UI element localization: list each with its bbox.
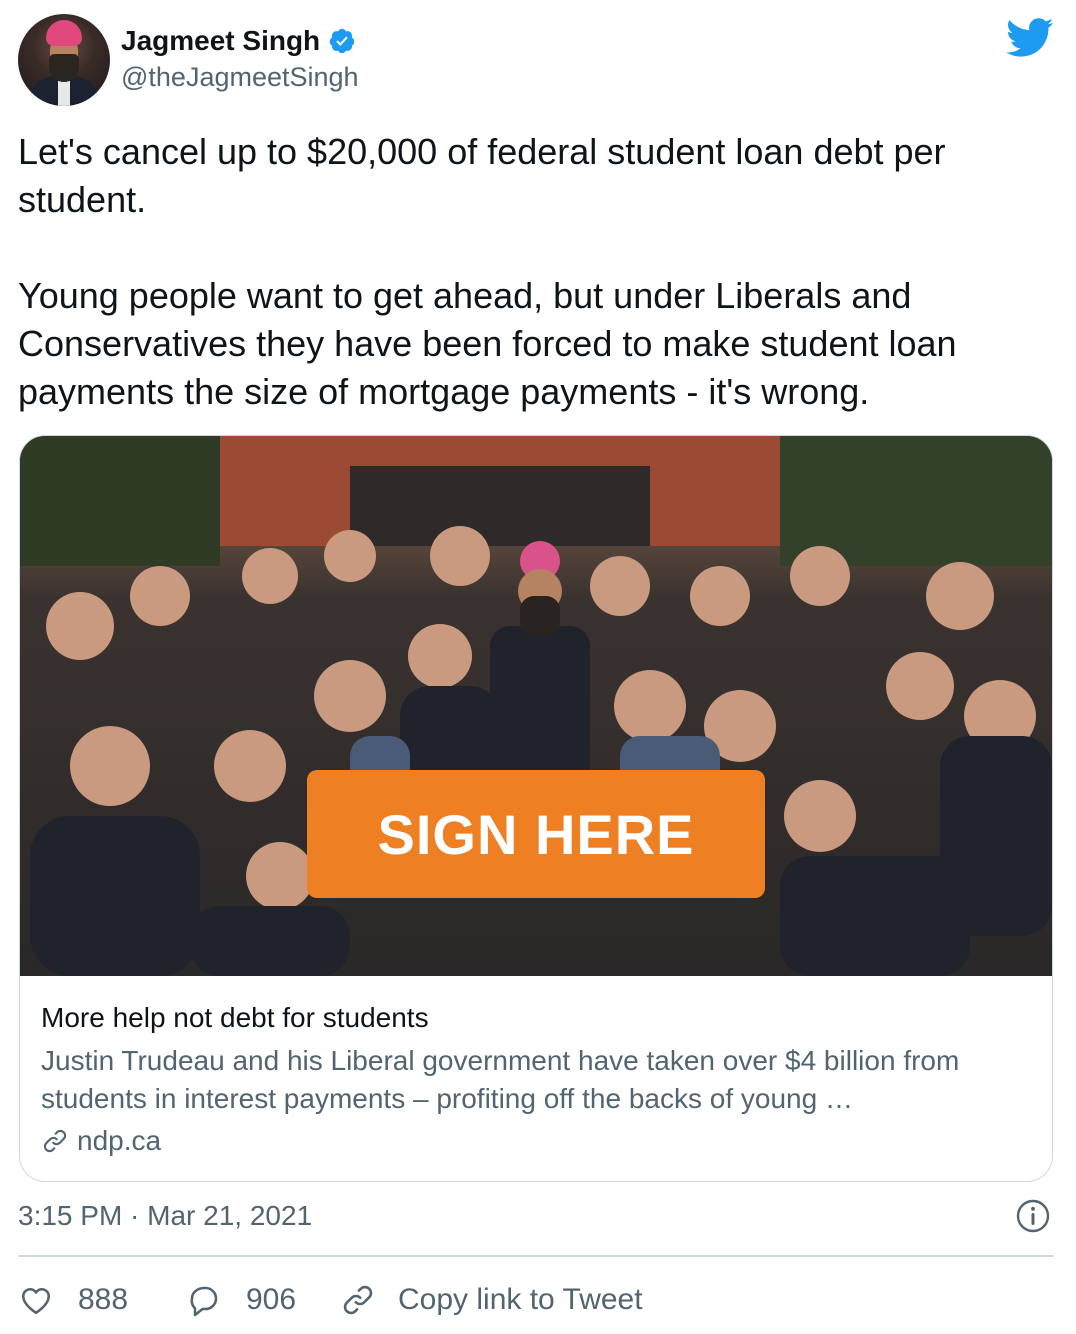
like-count: 888: [78, 1283, 129, 1316]
tweet-text: Let's cancel up to $20,000 of federal st…: [18, 131, 957, 412]
author-avatar[interactable]: [18, 14, 110, 106]
like-button[interactable]: 888: [18, 1282, 186, 1318]
copy-link-button[interactable]: Copy link to Tweet: [340, 1282, 643, 1318]
link-icon: [43, 1129, 67, 1153]
card-body[interactable]: More help not debt for students Justin T…: [41, 1000, 1031, 1160]
link-icon: [343, 1285, 373, 1315]
sign-here-button[interactable]: SIGN HERE: [307, 770, 765, 898]
reply-count: 906: [246, 1283, 297, 1316]
author-display-name[interactable]: Jagmeet Singh: [121, 24, 320, 58]
tweet-timestamp[interactable]: 3:15 PM · Mar 21, 2021: [18, 1198, 312, 1234]
info-icon[interactable]: [1015, 1198, 1051, 1234]
heart-icon: [21, 1288, 51, 1315]
verified-badge-icon: [329, 28, 355, 54]
copy-link-label: Copy link to Tweet: [398, 1283, 643, 1316]
divider: [18, 1255, 1054, 1257]
card-domain-text: ndp.ca: [77, 1125, 162, 1156]
tweet-header: Jagmeet Singh @theJagmeetSingh: [18, 14, 1058, 106]
author-handle[interactable]: @theJagmeetSingh: [121, 60, 359, 94]
reply-button[interactable]: 906: [186, 1282, 340, 1318]
card-image[interactable]: SIGN HERE: [20, 436, 1052, 976]
link-card[interactable]: SIGN HERE More help not debt for student…: [19, 435, 1053, 1182]
tweet-actions: 888 906 Copy link to Tweet: [18, 1276, 643, 1324]
card-title: More help not debt for students: [41, 1002, 429, 1033]
card-domain: ndp.ca: [41, 1122, 1031, 1160]
reply-bubble-icon: [190, 1286, 218, 1317]
card-description: Justin Trudeau and his Liberal governmen…: [41, 1045, 960, 1114]
twitter-bird-icon[interactable]: [1006, 18, 1054, 58]
author-info: Jagmeet Singh @theJagmeetSingh: [121, 24, 359, 94]
